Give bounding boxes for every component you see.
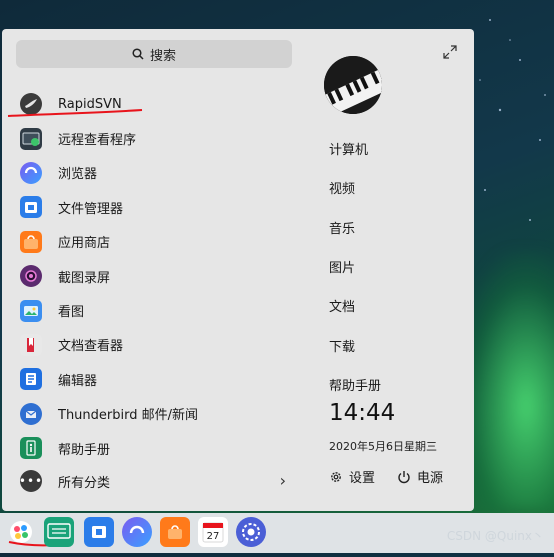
app-label: 文档查看器 [58,339,124,355]
all-categories-label: 所有分类 [58,475,111,491]
browser-icon [20,161,42,184]
app-label: 浏览器 [58,167,98,183]
calendar-icon: 27 [202,522,224,543]
app-label: 截图录屏 [58,270,111,286]
app-store-icon [20,230,42,253]
remote-viewer-icon [20,127,42,150]
place-help-manual[interactable]: 帮助手册 [329,365,381,404]
taskbar-file-manager-button[interactable] [84,517,114,547]
browser-icon [129,525,145,534]
search-label: 搜索 [149,48,176,64]
app-item-document-viewer[interactable]: 文档查看器 [16,328,296,362]
taskbar: 27 CSDN @Quinx丶 [0,513,554,553]
app-item-remote-viewer[interactable]: 远程查看程序 [16,121,296,155]
taskbar-control-center-button[interactable] [236,517,266,547]
chevron-right-icon: › [279,471,286,490]
taskbar-multitask-button[interactable] [44,517,74,547]
app-list: RapidSVN 远程查看程序 浏览器 文件管理器 应用商店 截图录屏 看图 文… [7,87,296,465]
place-pictures[interactable]: 图片 [329,247,381,286]
power-label: 电源 [417,471,444,486]
app-label: Thunderbird 邮件/新闻 [58,408,198,424]
settings-label: 设置 [349,471,376,486]
help-manual-icon [20,437,42,460]
place-music[interactable]: 音乐 [329,208,381,247]
all-categories-button[interactable]: ••• 所有分类 › [16,467,296,495]
app-label: 看图 [58,305,85,321]
avatar[interactable] [324,56,382,114]
app-item-help-manual[interactable]: 帮助手册 [16,431,296,465]
taskbar-calendar-button[interactable]: 27 [198,517,228,547]
power-icon [398,470,410,483]
app-item-screenshot[interactable]: 截图录屏 [16,259,296,293]
place-computer[interactable]: 计算机 [329,129,381,168]
clock-date: 2020年5月6日星期三 [329,440,437,453]
file-manager-icon [20,196,42,219]
more-icon: ••• [19,470,42,492]
thunderbird-icon [20,402,42,425]
red-annotation-underline [7,109,143,117]
app-item-rapidsvn[interactable]: RapidSVN [7,87,296,121]
taskbar-app-store-button[interactable] [160,517,190,547]
file-manager-icon [92,526,106,538]
system-actions: 设置 电源 [329,467,465,486]
place-documents[interactable]: 文档 [329,286,381,325]
image-viewer-icon [20,299,42,322]
taskbar-browser-button[interactable] [122,517,152,547]
fullscreen-icon[interactable] [443,45,457,59]
place-videos[interactable]: 视频 [329,168,381,207]
screenshot-icon [20,265,42,288]
app-store-icon [168,525,182,539]
places-list: 计算机 视频 音乐 图片 文档 下载 帮助手册 [329,129,381,404]
settings-gear-icon [242,523,260,541]
app-item-app-store[interactable]: 应用商店 [16,225,296,259]
app-label: 远程查看程序 [58,133,137,149]
taskbar-launcher-button[interactable] [6,517,57,547]
app-item-file-manager[interactable]: 文件管理器 [16,190,296,224]
power-button[interactable]: 电源 [397,467,443,486]
app-label: 文件管理器 [58,201,124,217]
app-item-editor[interactable]: 编辑器 [16,362,296,396]
start-menu: 搜索 RapidSVN 远程查看程序 浏览器 文件管理器 应用商店 截图录屏 看… [2,29,474,511]
place-downloads[interactable]: 下载 [329,325,381,364]
app-label: 编辑器 [58,373,98,389]
watermark: CSDN @Quinx丶 [446,529,544,543]
app-item-browser[interactable]: 浏览器 [16,156,296,190]
app-item-image-viewer[interactable]: 看图 [16,293,296,327]
document-viewer-icon [20,333,42,356]
app-label: 帮助手册 [58,442,111,458]
search-box[interactable]: 搜索 [16,40,292,68]
multitask-view-icon [47,523,71,539]
settings-button[interactable]: 设置 [329,467,375,486]
app-item-thunderbird[interactable]: Thunderbird 邮件/新闻 [16,397,296,431]
search-icon [132,48,144,60]
svg-text:27: 27 [207,531,220,542]
gear-icon [331,471,341,482]
app-label: 应用商店 [58,236,111,252]
clock-time: 14:44 [329,400,396,426]
editor-icon [20,368,42,391]
